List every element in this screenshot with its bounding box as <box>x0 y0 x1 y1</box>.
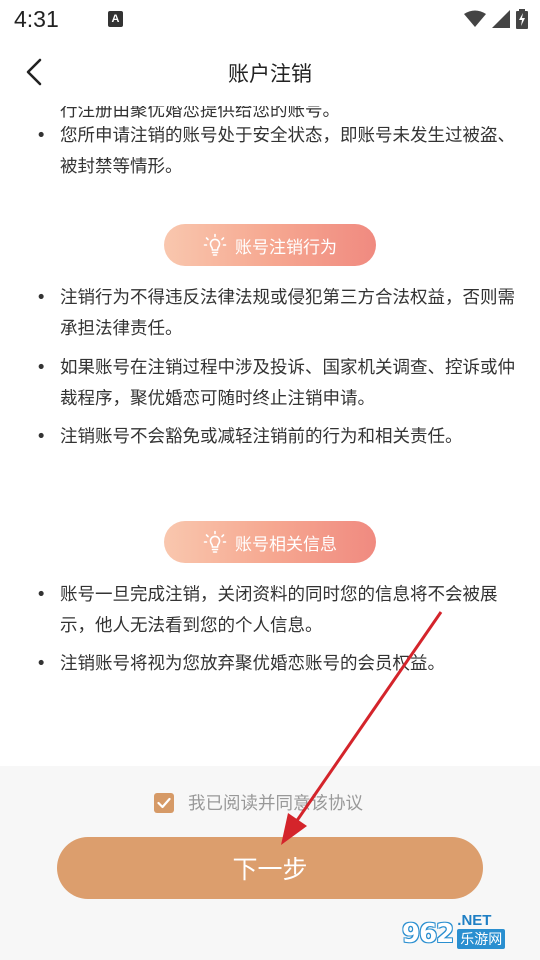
status-bar: 4:31 A <box>0 0 540 40</box>
list-item: • 账号一旦完成注销，关闭资料的同时您的信息将不会被展示，他人无法看到您的个人信… <box>36 580 516 642</box>
header: 账户注销 <box>0 40 540 106</box>
status-icons <box>464 9 528 29</box>
list-item: • 您所申请注销的账号处于安全状态，即账号未发生过被盗、被封禁等情形。 <box>36 121 516 183</box>
agreement-label: 我已阅读并同意该协议 <box>188 794 363 814</box>
watermark-logo: 962 <box>402 919 454 949</box>
watermark-site: 乐游网 <box>457 929 506 949</box>
wifi-icon <box>464 10 486 27</box>
agreement-checkbox[interactable] <box>154 792 174 813</box>
lightbulb-icon <box>203 233 227 257</box>
list-item-text: 注销账号将视为您放弃聚优婚恋账号的会员权益。 <box>60 654 445 674</box>
bullet-dot: • <box>36 126 47 146</box>
page-title: 账户注销 <box>228 62 312 86</box>
list-item-text: 注销账号不会豁免或减轻注销前的行为和相关责任。 <box>60 427 463 447</box>
list-item: • 注销账号不会豁免或减轻注销前的行为和相关责任。 <box>36 422 516 453</box>
section-title: 账号注销行为 <box>235 237 337 258</box>
agreement-checkbox-row[interactable]: 我已阅读并同意该协议 <box>154 790 363 815</box>
lightbulb-icon <box>203 530 227 554</box>
section-title: 账号相关信息 <box>235 534 337 555</box>
list-item-text: 如果账号在注销过程中涉及投诉、国家机关调查、控诉或仲裁程序，聚优婚恋可随时终止注… <box>60 358 515 409</box>
battery-charging-icon <box>516 9 528 29</box>
list-item: • 如果账号在注销过程中涉及投诉、国家机关调查、控诉或仲裁程序，聚优婚恋可随时终… <box>36 353 516 415</box>
notification-icon: A <box>108 11 123 27</box>
signal-icon <box>492 10 510 28</box>
list-item-text: 注销行为不得违反法律法规或侵犯第三方合法权益，否则需承担法律责任。 <box>60 288 515 339</box>
agreement-content[interactable]: 行注册由聚优婚恋提供给您的账号。 • 您所申请注销的账号处于安全状态，即账号未发… <box>0 106 540 766</box>
section-header-account-info: 账号相关信息 <box>164 521 376 563</box>
bullet-dot: • <box>36 358 47 378</box>
check-icon <box>157 797 171 808</box>
list-item-text: 您所申请注销的账号处于安全状态，即账号未发生过被盗、被封禁等情形。 <box>60 126 515 177</box>
bullet-dot: • <box>36 427 47 447</box>
list-item: • 注销行为不得违反法律法规或侵犯第三方合法权益，否则需承担法律责任。 <box>36 283 516 345</box>
list-item: • 注销账号将视为您放弃聚优婚恋账号的会员权益。 <box>36 649 516 680</box>
site-watermark: 962 .NET 乐游网 <box>402 912 506 949</box>
status-time: 4:31 <box>14 6 59 32</box>
next-step-button[interactable]: 下一步 <box>57 837 483 899</box>
bullet-dot: • <box>36 288 47 308</box>
bullet-dot: • <box>36 654 47 674</box>
watermark-side: .NET 乐游网 <box>457 912 506 949</box>
section-header-logout-behavior: 账号注销行为 <box>164 224 376 266</box>
bullet-dot: • <box>36 585 47 605</box>
list-item-text: 账号一旦完成注销，关闭资料的同时您的信息将不会被展示，他人无法看到您的个人信息。 <box>60 585 498 636</box>
watermark-net: .NET <box>457 912 492 929</box>
